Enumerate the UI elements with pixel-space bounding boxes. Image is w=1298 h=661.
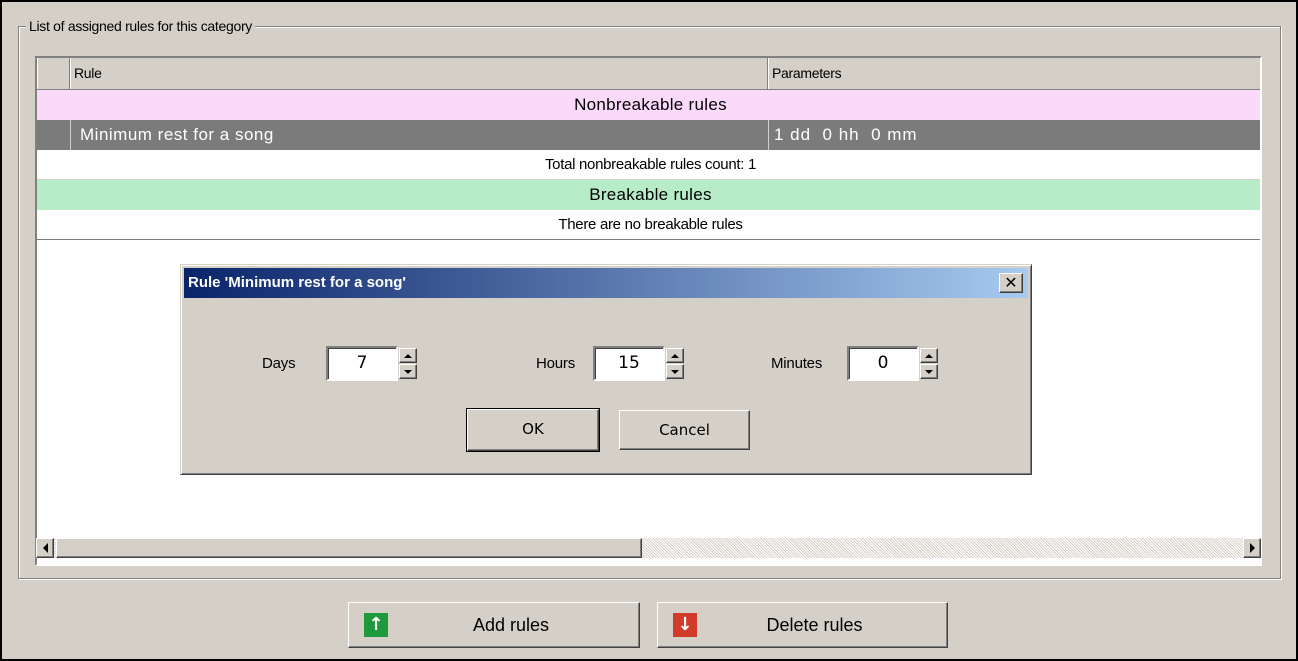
- ok-button[interactable]: OK: [466, 408, 600, 452]
- row-indicator-header: [37, 58, 70, 89]
- hours-spin-down[interactable]: [666, 364, 684, 379]
- rule-parameters-cell[interactable]: 1 dd 0 hh 0 mm: [768, 120, 918, 150]
- close-icon: ✕: [1004, 273, 1018, 292]
- hours-label: Hours: [536, 355, 576, 372]
- table-row-selected[interactable]: Minimum rest for a song 1 dd 0 hh 0 mm: [37, 120, 1260, 150]
- days-input[interactable]: 7: [326, 346, 398, 381]
- minutes-input[interactable]: 0: [847, 346, 919, 381]
- days-label: Days: [262, 355, 296, 372]
- grid-header: Rule Parameters: [37, 58, 1260, 90]
- delete-rules-label: Delete rules: [766, 615, 863, 635]
- close-button[interactable]: ✕: [999, 273, 1023, 293]
- minutes-spin-down[interactable]: [920, 364, 938, 379]
- rule-dialog: Rule 'Minimum rest for a song' ✕ Days 7 …: [180, 264, 1032, 475]
- dialog-title: Rule 'Minimum rest for a song': [188, 274, 406, 291]
- breakable-section-header: Breakable rules: [37, 180, 1260, 210]
- hours-input[interactable]: 15: [593, 346, 665, 381]
- column-header-parameters[interactable]: Parameters: [768, 58, 1260, 89]
- breakable-empty-message: There are no breakable rules: [37, 210, 1260, 240]
- days-spin-up[interactable]: [399, 348, 417, 363]
- scroll-right-button[interactable]: [1243, 538, 1261, 558]
- scroll-left-button[interactable]: [36, 538, 54, 558]
- groupbox-legend: List of assigned rules for this category: [26, 17, 256, 35]
- arrow-left-icon: [42, 543, 48, 553]
- days-spin-down[interactable]: [399, 364, 417, 379]
- spin-up-icon: [671, 353, 679, 358]
- dialog-titlebar[interactable]: Rule 'Minimum rest for a song' ✕: [184, 268, 1028, 298]
- hours-spin-up[interactable]: [666, 348, 684, 363]
- spin-down-icon: [671, 369, 679, 374]
- delete-rules-button[interactable]: ↓ Delete rules: [657, 602, 948, 648]
- add-rules-button[interactable]: ↑ Add rules: [348, 602, 640, 648]
- scrollbar-thumb[interactable]: [56, 538, 642, 558]
- spin-down-icon: [925, 369, 933, 374]
- spin-up-icon: [404, 353, 412, 358]
- minutes-label: Minutes: [771, 355, 823, 372]
- horizontal-scrollbar[interactable]: [36, 538, 1261, 558]
- nonbreakable-section-header: Nonbreakable rules: [37, 90, 1260, 120]
- cancel-button[interactable]: Cancel: [619, 410, 750, 450]
- spin-down-icon: [404, 369, 412, 374]
- nonbreakable-total-count: Total nonbreakable rules count: 1: [37, 150, 1260, 180]
- spin-up-icon: [925, 353, 933, 358]
- column-header-rule[interactable]: Rule: [70, 58, 768, 89]
- arrow-right-icon: [1249, 543, 1255, 553]
- rule-name-cell[interactable]: Minimum rest for a song: [70, 120, 274, 150]
- minutes-spin-up[interactable]: [920, 348, 938, 363]
- add-rules-label: Add rules: [472, 615, 550, 635]
